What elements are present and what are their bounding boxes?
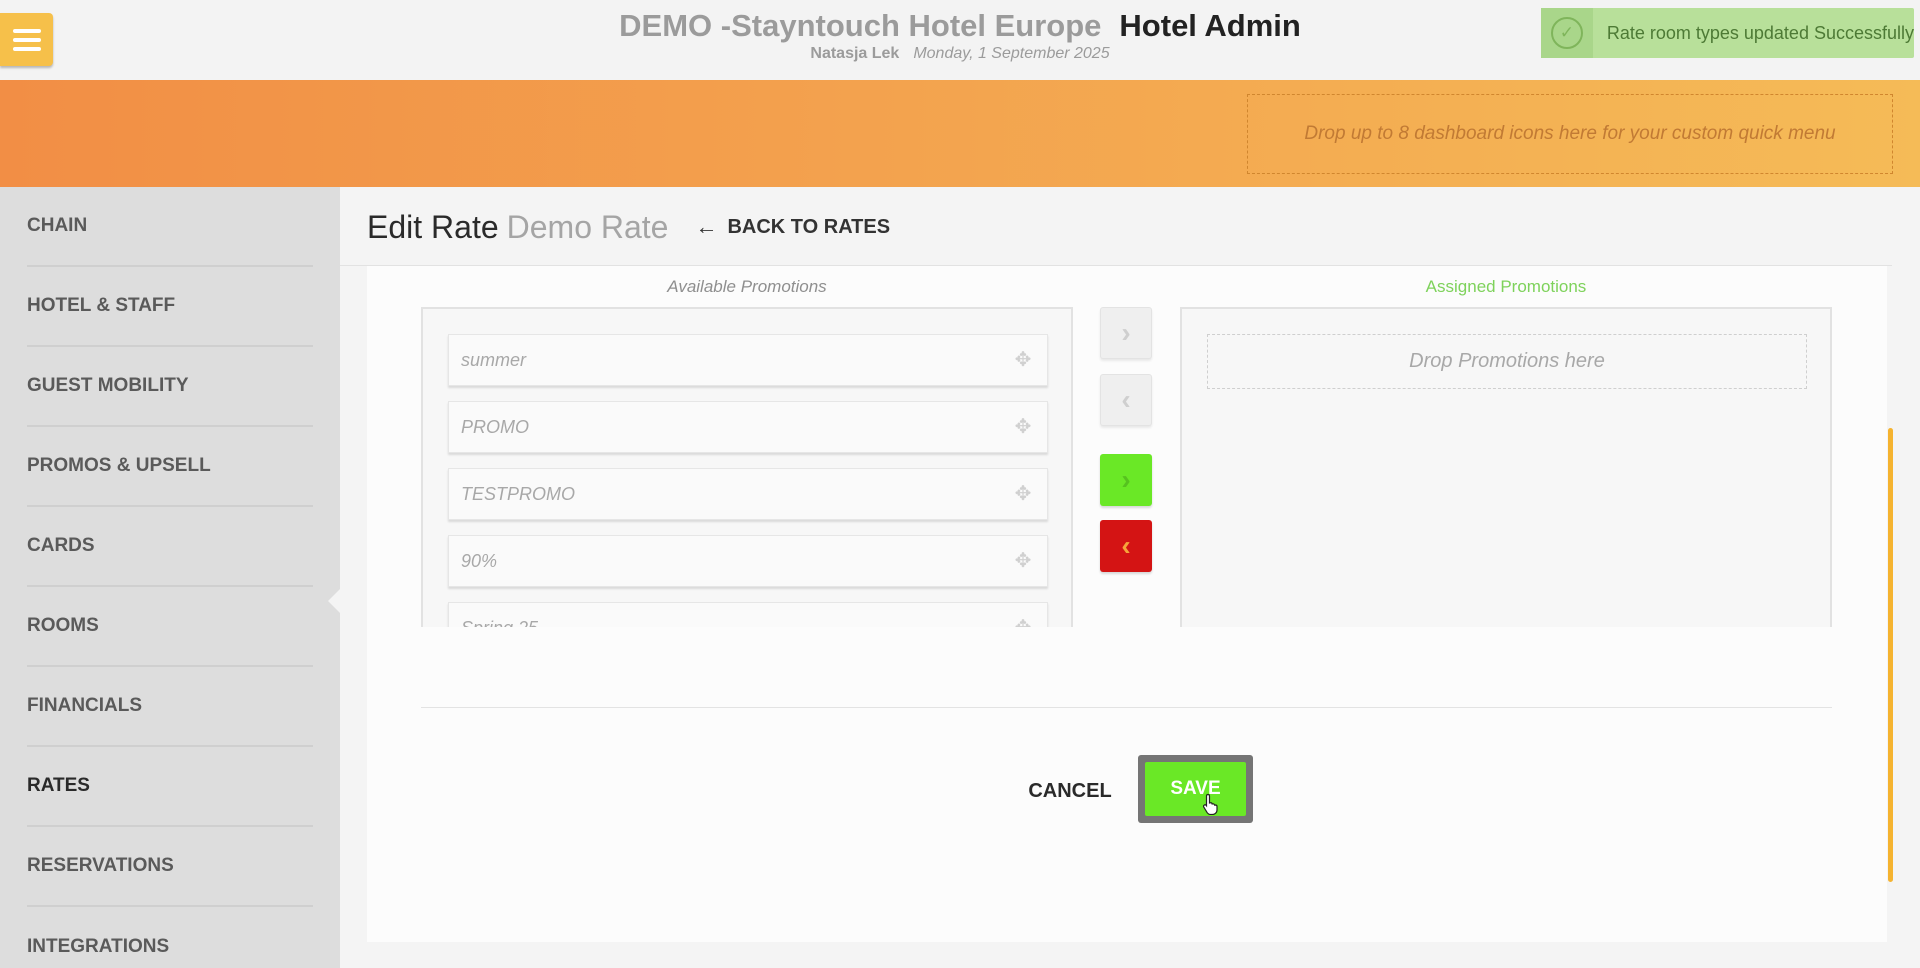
quick-menu-bar: Drop up to 8 dashboard icons here for yo… [0,80,1920,187]
move-icon: ✥ [1014,550,1032,572]
promotions-panel: Available Promotions Assigned Promotions… [367,266,1887,942]
list-item[interactable]: TESTPROMO ✥ [448,468,1048,520]
chevron-right-icon: › [1121,464,1131,495]
success-toast[interactable]: ✓ Rate room types updated Successfully [1541,8,1914,58]
arrow-left-icon: ← [695,214,718,239]
move-selected-right-button[interactable]: › [1100,307,1152,359]
cancel-button[interactable]: CANCEL [1026,766,1114,816]
app-name: Hotel Admin [1119,8,1301,43]
move-icon: ✥ [1014,483,1032,505]
top-header: DEMO -Stayntouch Hotel Europe Hotel Admin… [0,0,1920,80]
sidebar-item-hotel-staff[interactable]: HOTEL & STAFF [27,267,313,347]
hotel-name: DEMO -Stayntouch Hotel Europe [619,8,1102,43]
move-icon: ✥ [1013,618,1033,627]
user-name: Natasja Lek [810,45,900,62]
assigned-promotions-list[interactable]: Drop Promotions here [1180,307,1832,627]
list-item[interactable]: 90% ✥ [448,535,1048,587]
sidebar-item-reservations[interactable]: RESERVATIONS [27,827,313,907]
check-circle-icon: ✓ [1550,17,1583,49]
hand-cursor-icon [1202,793,1218,815]
assigned-drop-zone[interactable]: Drop Promotions here [1207,334,1807,389]
sidebar-item-rooms[interactable]: ROOMS [27,587,313,667]
chevron-left-icon: ‹ [1121,530,1131,561]
sidebar: CHAIN HOTEL & STAFF GUEST MOBILITY PROMO… [0,187,340,968]
move-selected-left-button[interactable]: ‹ [1100,374,1152,426]
page-title: Edit Rate [367,208,499,245]
sidebar-item-chain[interactable]: CHAIN [27,187,313,267]
available-promotions-label: Available Promotions [667,277,827,296]
active-item-pointer [328,589,340,613]
chevron-left-icon: ‹ [1121,384,1131,415]
sidebar-item-financials[interactable]: FINANCIALS [27,667,313,747]
move-all-left-button[interactable]: ‹ [1100,520,1152,572]
sidebar-item-promos-upsell[interactable]: PROMOS & UPSELL [27,427,313,507]
back-to-rates-label: BACK TO RATES [727,215,891,238]
sidebar-item-guest-mobility[interactable]: GUEST MOBILITY [27,347,313,427]
toast-message: Rate room types updated Successfully [1606,22,1914,43]
save-button-frame: SAVE [1138,755,1253,823]
available-promotions-list[interactable]: summer ✥ PROMO ✥ TESTPROMO ✥ 90% ✥ Sprin… [421,307,1073,627]
back-to-rates-link[interactable]: ← BACK TO RATES [695,214,890,240]
move-icon: ✥ [1014,349,1032,371]
rate-name: Demo Rate [506,208,669,245]
quick-menu-drop-zone[interactable]: Drop up to 8 dashboard icons here for yo… [1247,94,1893,174]
sidebar-item-integrations[interactable]: INTEGRATIONS [27,907,313,968]
list-item[interactable]: summer ✥ [448,334,1048,386]
save-button[interactable]: SAVE [1145,762,1246,816]
scrollbar[interactable] [1888,428,1893,882]
list-item[interactable]: PROMO ✥ [448,401,1048,453]
move-all-right-button[interactable]: › [1100,454,1152,506]
page-heading: Edit Rate Demo Rate ← BACK TO RATES [367,205,890,249]
chevron-right-icon: › [1121,317,1131,348]
business-date: Monday, 1 September 2025 [913,45,1110,62]
divider [421,707,1832,708]
assigned-promotions-label: Assigned Promotions [1425,277,1587,296]
sidebar-item-cards[interactable]: CARDS [27,507,313,587]
list-item[interactable]: Spring 25 ✥ [448,602,1048,627]
move-icon: ✥ [1014,416,1032,438]
sidebar-item-rates[interactable]: RATES [27,747,313,827]
